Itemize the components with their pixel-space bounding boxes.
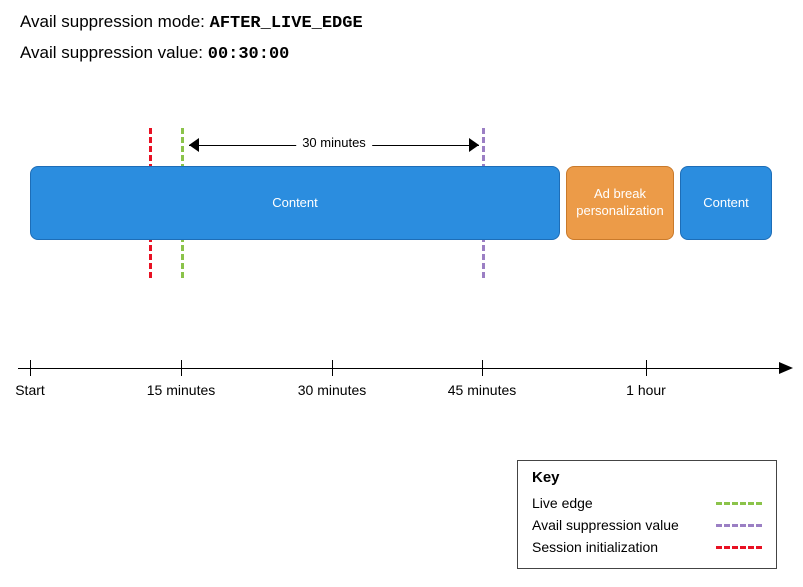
legend-row-live: Live edge [532, 492, 762, 514]
value-value: 00:30:00 [208, 45, 290, 64]
legend-live-label: Live edge [532, 495, 593, 511]
mode-value: AFTER_LIVE_EDGE [210, 14, 363, 33]
legend-row-avail: Avail suppression value [532, 514, 762, 536]
tick-60: 1 hour [626, 382, 666, 398]
duration-span-arrow: 30 minutes [189, 138, 479, 154]
timeline-diagram: 30 minutes Content Ad break personalizat… [0, 88, 803, 388]
legend-session-label: Session initialization [532, 539, 658, 555]
legend-live-swatch [716, 502, 762, 505]
time-axis: Start 15 minutes 30 minutes 45 minutes 1… [18, 358, 793, 398]
legend-title: Key [532, 469, 762, 486]
mode-row: Avail suppression mode: AFTER_LIVE_EDGE [20, 12, 783, 33]
legend-avail-swatch [716, 524, 762, 527]
legend-avail-label: Avail suppression value [532, 517, 679, 533]
content-track: Content Ad break personalization Content [30, 166, 775, 240]
tick-30: 30 minutes [298, 382, 366, 398]
content-block-1: Content [30, 166, 560, 240]
axis-arrowhead [779, 362, 793, 374]
value-label: Avail suppression value: [20, 43, 208, 62]
value-row: Avail suppression value: 00:30:00 [20, 43, 783, 64]
content-block-2: Content [680, 166, 772, 240]
ad-break-block: Ad break personalization [566, 166, 674, 240]
legend-box: Key Live edge Avail suppression value Se… [517, 460, 777, 569]
duration-span-label: 30 minutes [296, 135, 372, 150]
header-config: Avail suppression mode: AFTER_LIVE_EDGE … [0, 0, 803, 86]
legend-row-session: Session initialization [532, 536, 762, 558]
legend-session-swatch [716, 546, 762, 549]
tick-15: 15 minutes [147, 382, 215, 398]
tick-45: 45 minutes [448, 382, 516, 398]
tick-start: Start [15, 382, 45, 398]
mode-label: Avail suppression mode: [20, 12, 210, 31]
